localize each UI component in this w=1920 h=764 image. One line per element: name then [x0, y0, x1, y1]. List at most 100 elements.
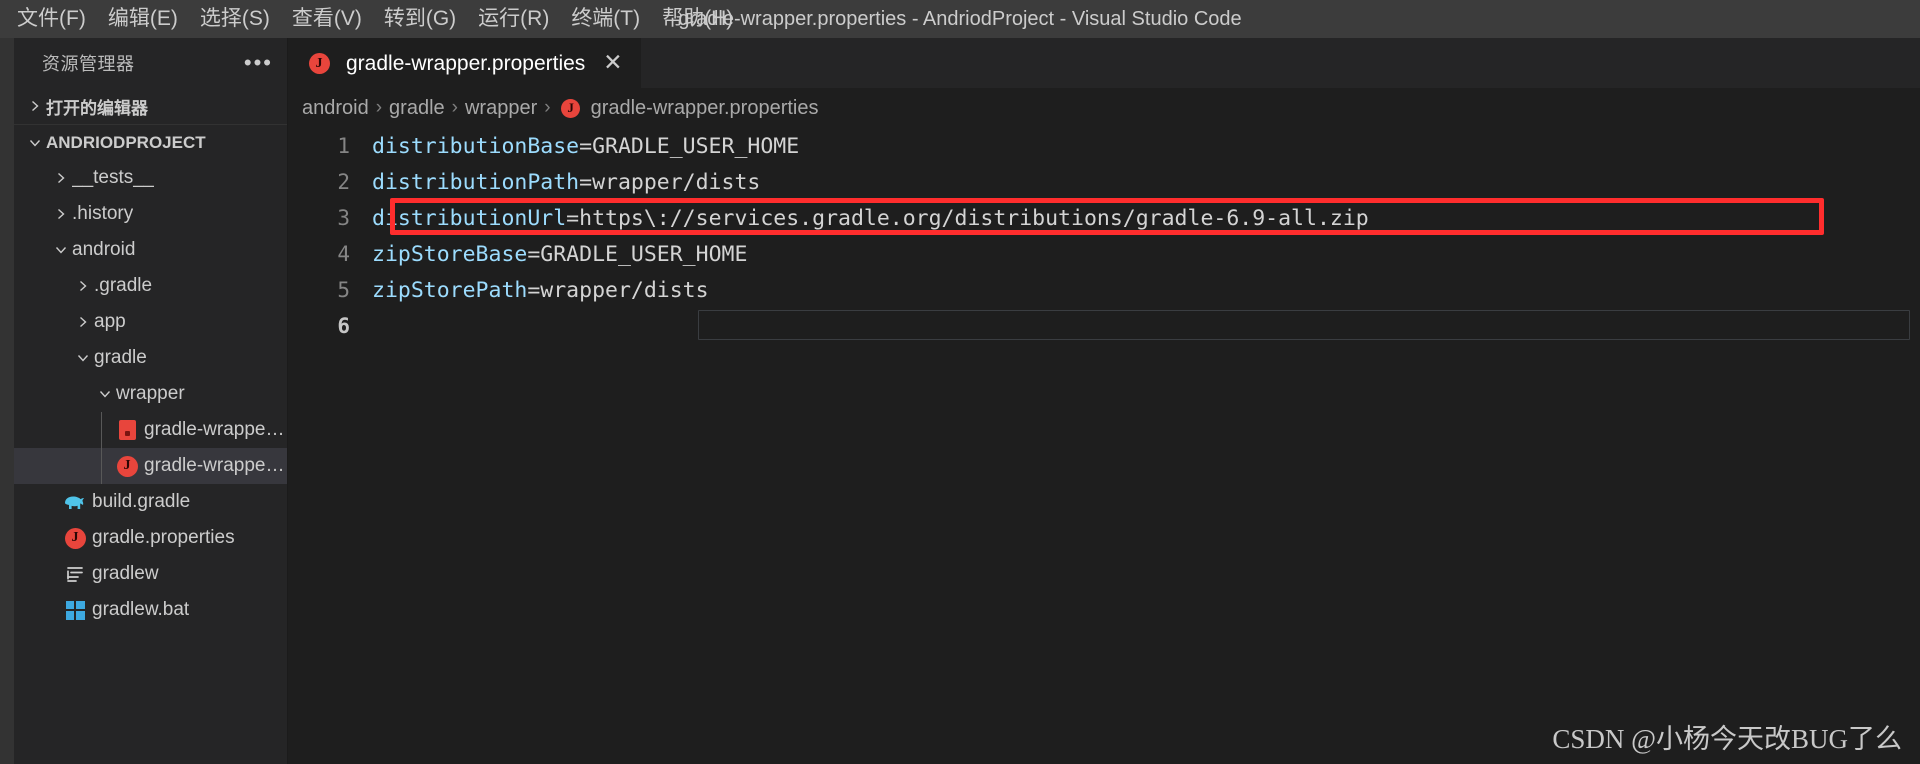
code-value: GRADLE_USER_HOME — [592, 133, 800, 159]
code-line-4[interactable]: 4 zipStoreBase=GRADLE_USER_HOME — [288, 236, 1920, 272]
code-value: https\://services.gradle.org/distributio… — [579, 205, 1369, 231]
breadcrumb: android › gradle › wrapper › J gradle-wr… — [288, 88, 1920, 128]
jar-icon — [114, 420, 140, 440]
code-equals: = — [566, 205, 580, 231]
code-line-1[interactable]: 1 distributionBase=GRADLE_USER_HOME — [288, 128, 1920, 164]
breadcrumb-item-android[interactable]: android — [302, 97, 369, 120]
breadcrumb-item-gradle[interactable]: gradle — [389, 97, 445, 120]
tab-gradle-wrapper-properties[interactable]: J gradle-wrapper.properties ✕ — [288, 38, 641, 88]
tree-item-gradle[interactable]: gradle — [14, 340, 287, 376]
more-actions-icon[interactable]: ••• — [244, 52, 273, 74]
code-key: distributionUrl — [372, 205, 567, 231]
tree-item-label: wrapper — [116, 383, 185, 404]
section-open-editors-label: 打开的编辑器 — [46, 98, 148, 118]
properties-icon: J — [558, 98, 584, 118]
code-equals: = — [579, 133, 593, 159]
code-line-2[interactable]: 2 distributionPath=wrapper/dists — [288, 164, 1920, 200]
tree-item-android[interactable]: android — [14, 232, 287, 268]
tree-item-label: gradle — [94, 347, 147, 368]
chevron-down-icon — [94, 387, 116, 401]
breadcrumb-separator-icon: › — [375, 97, 383, 118]
project-root-label: ANDRIODPROJECT — [46, 132, 206, 152]
breadcrumb-item-wrapper[interactable]: wrapper — [465, 97, 537, 120]
code-editor[interactable]: 1 distributionBase=GRADLE_USER_HOME 2 di… — [288, 128, 1920, 764]
line-number: 2 — [337, 170, 350, 194]
tree-item-label: gradle-wrapper.jar — [144, 419, 287, 440]
tree-item-label: android — [72, 239, 136, 260]
gradle-elephant-icon — [62, 492, 88, 512]
code-line-5[interactable]: 5 zipStorePath=wrapper/dists — [288, 272, 1920, 308]
watermark: CSDN @小杨今天改BUG了么 — [1552, 724, 1902, 754]
tree-item-wrapper[interactable]: wrapper — [14, 376, 287, 412]
section-open-editors[interactable]: 打开的编辑器 — [14, 88, 287, 124]
menu-edit[interactable]: 编辑(E) — [97, 0, 189, 38]
breadcrumb-item-file[interactable]: gradle-wrapper.properties — [591, 97, 819, 120]
tree-item-label: gradle.properties — [92, 527, 235, 548]
menu-view[interactable]: 查看(V) — [281, 0, 373, 38]
menu-help[interactable]: 帮助(H) — [651, 0, 744, 38]
code-equals: = — [527, 277, 541, 303]
tree-item-dot-gradle[interactable]: .gradle — [14, 268, 287, 304]
windows-icon — [62, 600, 88, 620]
code-equals: = — [579, 169, 593, 195]
tree-item-tests[interactable]: __tests__ — [14, 160, 287, 196]
editor-tab-bar: J gradle-wrapper.properties ✕ — [288, 38, 1920, 88]
tree-item-app[interactable]: app — [14, 304, 287, 340]
tab-label: gradle-wrapper.properties — [346, 51, 586, 75]
chevron-down-icon — [72, 351, 94, 365]
properties-icon: J — [62, 527, 88, 549]
script-lines-icon — [62, 565, 88, 583]
tree-item-gradlew-bat[interactable]: gradlew.bat — [14, 592, 287, 628]
code-key: distributionPath — [372, 169, 580, 195]
code-value: wrapper/dists — [592, 169, 761, 195]
code-value: GRADLE_USER_HOME — [540, 241, 748, 267]
chevron-right-icon — [24, 99, 46, 113]
title-bar: 文件(F) 编辑(E) 选择(S) 查看(V) 转到(G) 运行(R) 终端(T… — [0, 0, 1920, 38]
menu-go[interactable]: 转到(G) — [373, 0, 467, 38]
menu-file[interactable]: 文件(F) — [6, 0, 97, 38]
chevron-right-icon — [72, 315, 94, 329]
chevron-right-icon — [72, 279, 94, 293]
code-key: zipStoreBase — [372, 241, 528, 267]
vscode-window: 文件(F) 编辑(E) 选择(S) 查看(V) 转到(G) 运行(R) 终端(T… — [0, 0, 1920, 764]
menu-selection[interactable]: 选择(S) — [189, 0, 281, 38]
tree-item-gradle-wrapper-jar[interactable]: gradle-wrapper.jar — [14, 412, 287, 448]
tree-item-label: .gradle — [94, 275, 153, 296]
menu-run[interactable]: 运行(R) — [467, 0, 560, 38]
tree-item-build-gradle[interactable]: build.gradle — [14, 484, 287, 520]
line-number: 4 — [337, 242, 350, 266]
tree-item-label: gradlew.bat — [92, 599, 190, 620]
properties-icon: J — [114, 455, 140, 477]
menu-bar: 文件(F) 编辑(E) 选择(S) 查看(V) 转到(G) 运行(R) 终端(T… — [0, 0, 744, 38]
tree-item-gradlew[interactable]: gradlew — [14, 556, 287, 592]
explorer-title-bar: 资源管理器 ••• — [14, 38, 287, 88]
editor-group: J gradle-wrapper.properties ✕ android › … — [288, 38, 1920, 764]
chevron-down-icon — [24, 136, 46, 150]
code-key: distributionBase — [372, 133, 580, 159]
tree-item-label: build.gradle — [92, 491, 191, 512]
explorer-title: 资源管理器 — [42, 54, 135, 74]
code-value: wrapper/dists — [540, 277, 709, 303]
menu-terminal[interactable]: 终端(T) — [560, 0, 651, 38]
tree-item-gradle-wrapper-properties[interactable]: J gradle-wrapper.p... — [14, 448, 287, 484]
current-line-highlight — [698, 310, 1910, 340]
breadcrumb-separator-icon: › — [451, 97, 458, 118]
close-icon[interactable]: ✕ — [595, 50, 626, 77]
tree-item-label: gradlew — [92, 563, 159, 584]
line-number: 3 — [337, 206, 350, 230]
line-number: 1 — [337, 134, 350, 158]
workbench: 资源管理器 ••• 打开的编辑器 ANDRIODPROJECT __tests_… — [0, 38, 1920, 764]
tree-item-label: .history — [72, 203, 134, 224]
tree-item-history[interactable]: .history — [14, 196, 287, 232]
chevron-right-icon — [50, 171, 72, 185]
section-project-root[interactable]: ANDRIODPROJECT — [14, 124, 287, 160]
tree-item-label: __tests__ — [72, 167, 155, 188]
code-line-3[interactable]: 3 distributionUrl=https\://services.grad… — [288, 200, 1920, 236]
file-tree: __tests__ .history android .gradle app g… — [14, 160, 287, 628]
tree-item-label: app — [94, 311, 126, 332]
tree-item-gradle-properties[interactable]: J gradle.properties — [14, 520, 287, 556]
tree-item-label: gradle-wrapper.p... — [144, 455, 287, 476]
activity-bar[interactable] — [0, 38, 14, 764]
line-number: 6 — [337, 314, 350, 338]
code-key: zipStorePath — [372, 277, 528, 303]
